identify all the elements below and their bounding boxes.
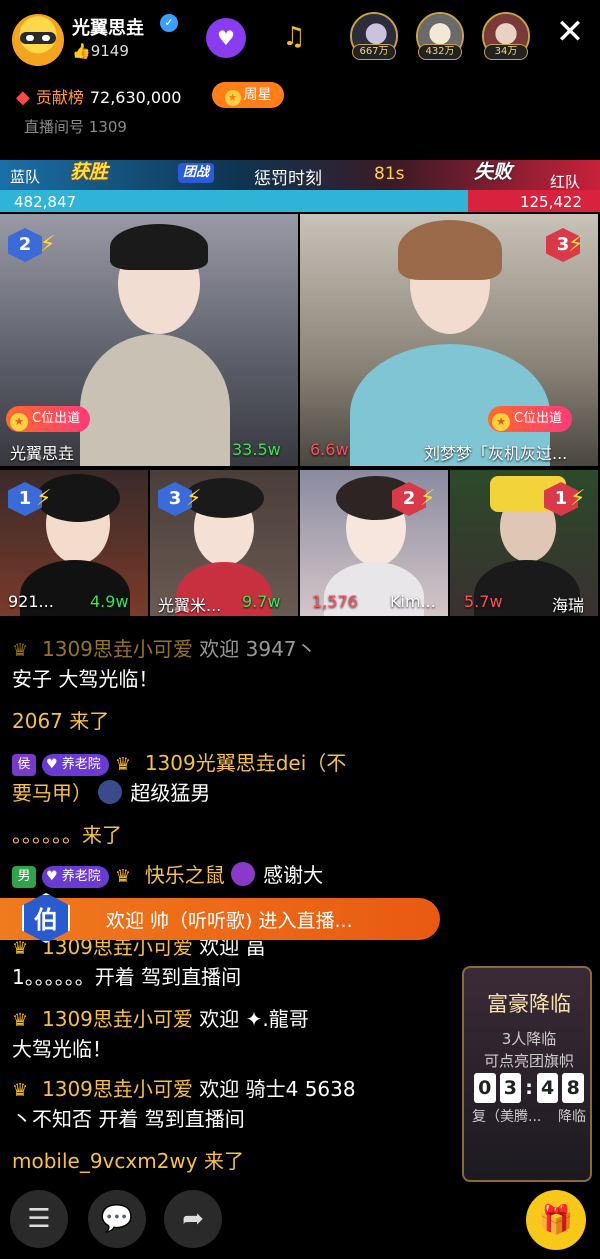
likes-count: 👍9149 (72, 42, 129, 60)
chat-message: ♛ 1309思垚小可爱 欢迎 3947丶 (12, 637, 317, 661)
menu-icon: ☰ (27, 1204, 51, 1234)
crown-icon: ♛ (12, 640, 29, 661)
lightning-icon: ⚡ (40, 232, 56, 257)
sub-cam-name: Kim... (390, 592, 436, 611)
fan-club-tag: ♥ 养老院 (42, 754, 109, 776)
chat-message: 安子 大驾光临！ (12, 667, 159, 691)
chat-message: 大驾光临！ (12, 1037, 112, 1061)
host-avatar[interactable] (12, 14, 64, 66)
chat-message: mobile_9vcxm2wy 来了 (12, 1149, 244, 1173)
share-button[interactable]: ➦ (164, 1190, 222, 1248)
blue-team-label: 蓝队 (10, 168, 41, 186)
lightning-icon: ⚡ (186, 486, 202, 511)
sub-cam-name: 921... (8, 592, 54, 611)
lightning-icon: ⚡ (420, 486, 436, 511)
rich-hint: 可点亮团旗帜 (483, 1052, 574, 1070)
lightning-icon: ⚡ (568, 232, 584, 257)
week-star-button[interactable]: ★ 周星 (212, 82, 284, 108)
sub-cam-score: 1,576 (312, 592, 358, 611)
chat-message: 丶不知否 开着 驾到直播间 (12, 1107, 245, 1131)
blue-score: 482,847 (14, 193, 77, 211)
title-icon (98, 780, 123, 804)
chat-bubble-icon: 💬 (100, 1204, 134, 1234)
chat-message: 侯 ♥ 养老院 ♛ 1309光翼思垚dei（不 (12, 748, 346, 778)
rich-footer: 复（美腾... 降临 (472, 1109, 586, 1125)
host-name[interactable]: 光翼思垚 (72, 14, 144, 40)
chat-message: 要马甲） 超级猛男 (12, 780, 211, 805)
diamond-icon: ◆ (16, 87, 30, 108)
fan-club-tag: ♥ 养老院 (42, 866, 109, 888)
sub-cam-score: 9.7w (242, 592, 281, 611)
chat-message: ♛ 1309思垚小可爱 欢迎 骑士4 5638 (12, 1077, 356, 1101)
pk-score-bar (0, 190, 600, 212)
chat-message: 2067 来了 (12, 709, 110, 733)
chat-message: 1。。。。。。开着 驾到直播间 (12, 965, 242, 989)
gift-icon: 🎁 (538, 1203, 574, 1236)
crown-icon: ♛ (114, 866, 131, 887)
win-tag: 获胜 (70, 161, 109, 183)
share-icon: ➦ (182, 1204, 204, 1234)
c-position-badge[interactable]: ★ C位出道 (6, 406, 91, 432)
pk-timer: 81s (374, 164, 405, 184)
sub-cam-score: 4.9w (90, 592, 129, 611)
sub-cam-name: 海瑞 (552, 596, 585, 615)
crown-icon: ♛ (12, 1080, 29, 1101)
lightning-icon: ⚡ (570, 486, 586, 511)
chat-message: ♛ 1309思垚小可爱 欢迎 ✦.龍哥 (12, 1007, 309, 1031)
gender-tag: 男 (12, 866, 36, 888)
team-battle-tag: 团战 (178, 163, 214, 183)
c-position-badge[interactable]: ★ C位出道 (488, 406, 573, 432)
sub-cam-name: 光翼米... (158, 596, 222, 615)
cam-host-name: 光翼思垚 (10, 444, 75, 463)
cam-score: 33.5w (232, 440, 281, 459)
red-score: 125,422 (519, 193, 582, 211)
header: 光翼思垚 ✓ 👍9149 ♥ ♫ 667万 432万 34万 ✕ ◆ 贡献榜 72,… (0, 0, 600, 150)
crown-icon: ♛ (12, 938, 29, 959)
star-icon: ★ (492, 413, 510, 431)
cam-host-name: 刘梦梦「灰机灰过... (424, 444, 568, 463)
sub-cam-score: 5.7w (464, 592, 503, 611)
viewer-badge: 667万 (352, 44, 396, 60)
viewer-badge: 34万 (484, 44, 528, 60)
chat-button[interactable]: 💬 (88, 1190, 146, 1248)
rich-arrival-card[interactable]: 富豪降临 3人降临 可点亮团旗帜 0 3 : 4 8 复（美腾... 降临 (462, 966, 592, 1182)
lose-tag: 失败 (474, 161, 513, 183)
badge-icon (231, 862, 256, 886)
rich-count: 3人降临 (501, 1030, 557, 1048)
gift-button[interactable]: 🎁 (526, 1190, 586, 1250)
pk-stage: 惩罚时刻 (254, 169, 322, 189)
cam-score: 6.6w (310, 440, 349, 459)
contribution-ranking[interactable]: ◆ 贡献榜 72,630,000 (16, 84, 181, 108)
rank-tag: 侯 (12, 754, 36, 776)
room-id: 直播间号 1309 (24, 118, 127, 136)
rich-title: 富豪降临 (487, 992, 571, 1016)
star-icon: ★ (10, 413, 28, 431)
follow-heart-button[interactable]: ♥ (206, 18, 246, 58)
chat-message: 。。。。。。来了 (12, 823, 122, 847)
red-team-label: 红队 (550, 173, 581, 191)
lightning-icon: ⚡ (36, 486, 52, 511)
co-host-mic-icon[interactable]: ♫ (274, 20, 314, 54)
rich-countdown: 0 3 : 4 8 (474, 1072, 584, 1104)
close-icon[interactable]: ✕ (552, 14, 588, 50)
star-icon: ★ (224, 90, 241, 106)
chat-message: 男 ♥ 养老院 ♛ 快乐之鼠 感谢大 (12, 860, 323, 890)
entry-text: 欢迎 帅（听听歌) 进入直播... (106, 910, 353, 932)
thumb-icon: 👍 (72, 42, 91, 60)
crown-icon: ♛ (12, 1010, 29, 1031)
viewer-badge: 432万 (418, 44, 462, 60)
verified-icon: ✓ (160, 14, 178, 32)
menu-button[interactable]: ☰ (10, 1190, 68, 1248)
crown-icon: ♛ (114, 754, 131, 775)
